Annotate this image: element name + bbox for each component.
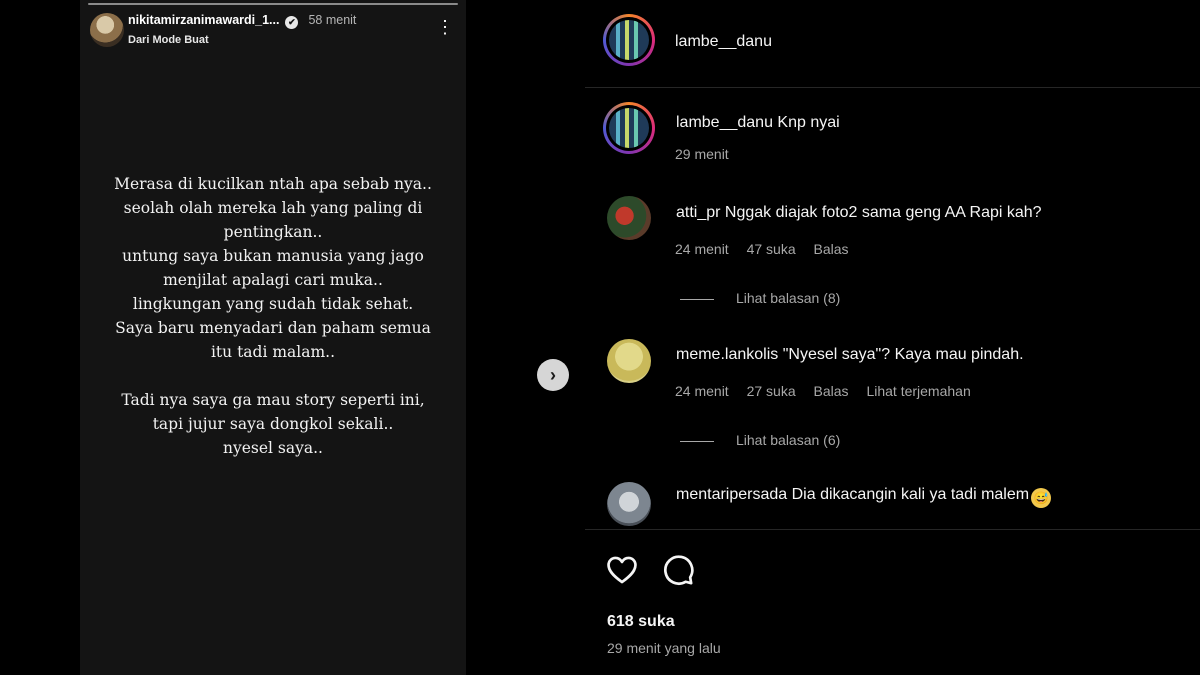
- author-avatar[interactable]: [603, 14, 655, 66]
- comment-1: atti_pr Nggak diajak foto2 sama geng AA …: [676, 204, 1042, 222]
- replies-dash: [680, 298, 714, 300]
- comment-text: Nggak diajak foto2 sama geng AA Rapi kah…: [724, 204, 1042, 221]
- more-options-icon[interactable]: ⋮: [436, 18, 454, 36]
- translate-button[interactable]: Lihat terjemahan: [866, 383, 970, 399]
- caption-avatar[interactable]: [603, 102, 655, 154]
- post-media: nikitamirzanimawardi_1... ✔ 58 menit Dari …: [0, 0, 585, 675]
- next-media-button[interactable]: ›: [537, 359, 569, 391]
- view-replies-button[interactable]: Lihat balasan (8): [680, 290, 840, 306]
- caption: lambe__danu Knp nyai: [676, 114, 840, 132]
- story-screenshot: nikitamirzanimawardi_1... ✔ 58 menit Dari …: [80, 0, 466, 675]
- like-count[interactable]: 618 suka: [607, 613, 675, 631]
- comment-text: "Nyesel saya"? Kaya mau pindah.: [782, 346, 1024, 363]
- comment-likes[interactable]: 27 suka: [747, 383, 796, 399]
- comment-text: Dia dikacangin kali ya tadi malem: [791, 486, 1030, 503]
- comment-meta: 24 menit 47 suka Balas: [675, 241, 863, 257]
- reply-button[interactable]: Balas: [814, 241, 849, 257]
- comment-likes[interactable]: 47 suka: [747, 241, 796, 257]
- post-panel: lambe__danu lambe__danu Knp nyai 29 meni…: [585, 0, 1200, 675]
- story-time: 58 menit: [308, 13, 357, 27]
- view-replies-label: Lihat balasan (6): [736, 432, 841, 448]
- commenter-avatar[interactable]: [607, 196, 651, 240]
- comment-time: 24 menit: [675, 383, 729, 399]
- story-progress-bar: [88, 3, 458, 5]
- story-avatar: [90, 13, 124, 47]
- story-header: nikitamirzanimawardi_1... ✔ 58 menit Dari …: [90, 10, 456, 50]
- story-subtitle: Dari Mode Buat: [128, 34, 209, 46]
- emoji-icon: 😅: [1031, 488, 1052, 508]
- replies-dash: [680, 440, 714, 442]
- author-username[interactable]: lambe__danu: [675, 33, 772, 51]
- comment-time: 24 menit: [675, 241, 729, 257]
- post-timestamp: 29 menit yang lalu: [607, 640, 721, 656]
- commenter-avatar[interactable]: [607, 482, 651, 526]
- comment-2: meme.lankolis "Nyesel saya"? Kaya mau pi…: [676, 346, 1024, 364]
- actions-divider: [585, 529, 1200, 530]
- comment-username[interactable]: mentaripersada: [676, 486, 787, 503]
- reply-button[interactable]: Balas: [814, 383, 849, 399]
- comment-3: mentaripersada Dia dikacangin kali ya ta…: [676, 486, 1052, 508]
- verified-badge-icon: ✔: [285, 16, 299, 29]
- header-divider: [585, 87, 1200, 88]
- comment-icon[interactable]: [661, 553, 695, 587]
- caption-time: 29 menit: [675, 146, 729, 162]
- story-text: Merasa di kucilkan ntah apa sebab nya.. …: [114, 175, 432, 457]
- view-replies-label: Lihat balasan (8): [736, 290, 841, 306]
- view-replies-button[interactable]: Lihat balasan (6): [680, 432, 840, 448]
- caption-text: Knp nyai: [777, 114, 840, 131]
- story-user-line: nikitamirzanimawardi_1... ✔ 58 menit: [128, 13, 356, 29]
- comment-username[interactable]: meme.lankolis: [676, 346, 778, 363]
- commenter-avatar[interactable]: [607, 339, 651, 383]
- story-username: nikitamirzanimawardi_1...: [128, 13, 280, 27]
- comment-username[interactable]: atti_pr: [676, 204, 720, 221]
- comment-meta: 24 menit 27 suka Balas Lihat terjemahan: [675, 383, 985, 399]
- heart-icon[interactable]: [605, 553, 639, 587]
- caption-username[interactable]: lambe__danu: [676, 114, 773, 131]
